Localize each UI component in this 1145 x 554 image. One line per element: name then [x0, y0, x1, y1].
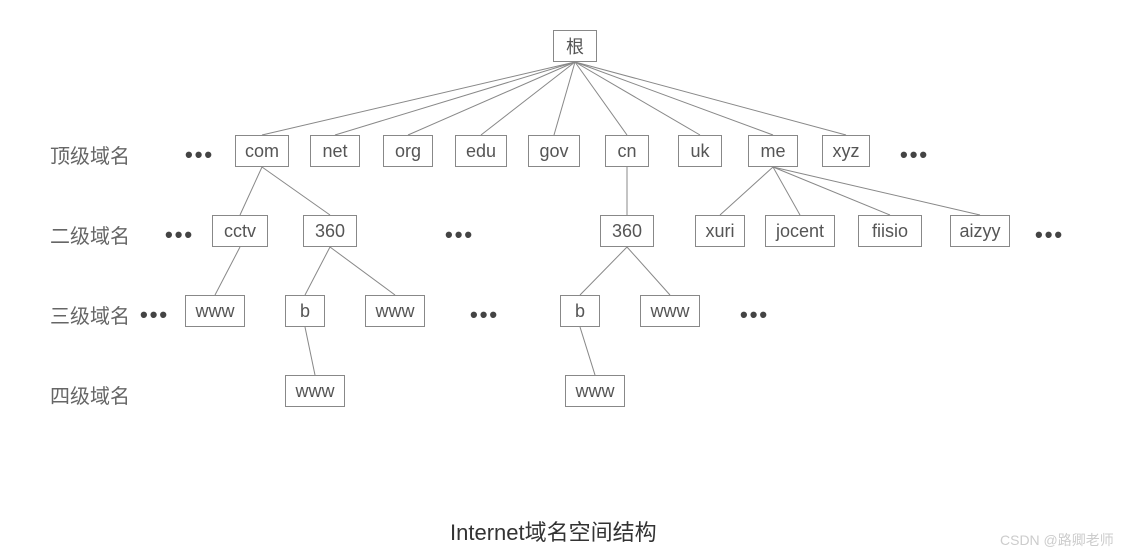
node-cn-b-www: www — [565, 375, 625, 407]
ellipsis-icon: ••• — [185, 142, 214, 168]
watermark-text: CSDN @路卿老师 — [1000, 530, 1114, 550]
node-gov-text: gov — [539, 141, 568, 162]
node-xyz-text: xyz — [833, 141, 860, 162]
node-com-b-www: www — [285, 375, 345, 407]
node-uk-text: uk — [690, 141, 709, 162]
node-com-b-text: b — [300, 301, 310, 322]
node-fiisio-text: fiisio — [872, 221, 908, 242]
node-cn-360-text: 360 — [612, 221, 642, 242]
node-cctv-www: www — [185, 295, 245, 327]
node-edu: edu — [455, 135, 507, 167]
node-xyz: xyz — [822, 135, 870, 167]
label-level-2: 二级域名 — [50, 220, 130, 249]
ellipsis-icon: ••• — [470, 302, 499, 328]
diagram-caption: Internet域名空间结构 — [450, 515, 657, 547]
node-root-text: 根 — [566, 33, 584, 59]
node-cn: cn — [605, 135, 649, 167]
node-jocent: jocent — [765, 215, 835, 247]
ellipsis-icon: ••• — [140, 302, 169, 328]
node-me: me — [748, 135, 798, 167]
node-jocent-text: jocent — [776, 221, 824, 242]
node-com: com — [235, 135, 289, 167]
node-gov: gov — [528, 135, 580, 167]
node-net: net — [310, 135, 360, 167]
ellipsis-icon: ••• — [445, 222, 474, 248]
ellipsis-icon: ••• — [1035, 222, 1064, 248]
node-org: org — [383, 135, 433, 167]
node-aizyy: aizyy — [950, 215, 1010, 247]
label-level-1: 顶级域名 — [50, 140, 130, 169]
node-cn-360: 360 — [600, 215, 654, 247]
ellipsis-icon: ••• — [740, 302, 769, 328]
node-fiisio: fiisio — [858, 215, 922, 247]
node-net-text: net — [322, 141, 347, 162]
node-uk: uk — [678, 135, 722, 167]
node-cctv: cctv — [212, 215, 268, 247]
node-com-360-text: 360 — [315, 221, 345, 242]
node-com-b-www-text: www — [296, 381, 335, 402]
node-com-360: 360 — [303, 215, 357, 247]
node-com-b: b — [285, 295, 325, 327]
ellipsis-icon: ••• — [900, 142, 929, 168]
node-cn-b: b — [560, 295, 600, 327]
node-cn-www-text: www — [651, 301, 690, 322]
diagram-canvas: 根 顶级域名 二级域名 三级域名 四级域名 com net org edu go… — [0, 0, 1145, 554]
node-cn-b-text: b — [575, 301, 585, 322]
node-com-text: com — [245, 141, 279, 162]
node-xuri-text: xuri — [706, 221, 735, 242]
node-me-text: me — [760, 141, 785, 162]
node-cn-text: cn — [617, 141, 636, 162]
node-root: 根 — [553, 30, 597, 62]
node-edu-text: edu — [466, 141, 496, 162]
label-level-3: 三级域名 — [50, 300, 130, 329]
node-cn-www: www — [640, 295, 700, 327]
label-level-4: 四级域名 — [50, 380, 130, 409]
node-xuri: xuri — [695, 215, 745, 247]
node-org-text: org — [395, 141, 421, 162]
ellipsis-icon: ••• — [165, 222, 194, 248]
node-cctv-www-text: www — [196, 301, 235, 322]
node-aizyy-text: aizyy — [960, 221, 1001, 242]
node-com-www: www — [365, 295, 425, 327]
node-com-www-text: www — [376, 301, 415, 322]
node-cn-b-www-text: www — [576, 381, 615, 402]
node-cctv-text: cctv — [224, 221, 256, 242]
tree-edges — [0, 0, 1145, 554]
